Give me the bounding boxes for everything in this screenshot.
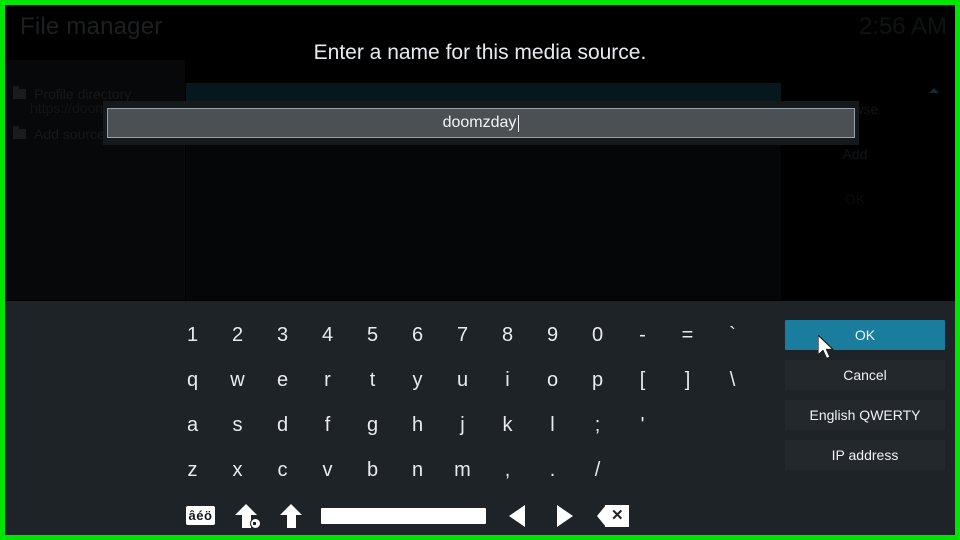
ok-button[interactable]: OK [785, 320, 945, 350]
key-bracket-right[interactable]: ] [665, 361, 710, 401]
key-7[interactable]: 7 [440, 316, 485, 356]
key-comma[interactable]: , [485, 451, 530, 491]
name-input[interactable]: doomzday [107, 108, 855, 138]
file-manager-left-pane: Profile directory Add source [5, 60, 185, 300]
keyboard-row-home: a s d f g h j k l ; ' [170, 403, 760, 448]
key-l[interactable]: l [530, 406, 575, 446]
backspace-icon: ✕ [597, 504, 629, 527]
key-equals[interactable]: = [665, 316, 710, 356]
add-button[interactable]: Add [810, 146, 900, 162]
keyboard-layout-button[interactable]: English QWERTY [785, 400, 945, 430]
key-x[interactable]: x [215, 451, 260, 491]
key-8[interactable]: 8 [485, 316, 530, 356]
key-0[interactable]: 0 [575, 316, 620, 356]
key-q[interactable]: q [170, 361, 215, 401]
folder-icon [13, 86, 26, 99]
cursor-right-key[interactable] [541, 496, 589, 536]
ip-address-button[interactable]: IP address [785, 440, 945, 470]
shift-arrow-icon [279, 503, 302, 528]
key-period[interactable]: . [530, 451, 575, 491]
ok-button-background[interactable]: OK [810, 191, 900, 207]
key-p[interactable]: p [575, 361, 620, 401]
arrow-right-icon [557, 504, 573, 527]
keyboard-key-grid: 1 2 3 4 5 6 7 8 9 0 - = ` q w e r t y u … [170, 313, 760, 536]
key-v[interactable]: v [305, 451, 350, 491]
key-slash[interactable]: / [575, 451, 620, 491]
key-d[interactable]: d [260, 406, 305, 446]
key-semicolon[interactable]: ; [575, 406, 620, 446]
keyboard-function-row: âéö ✕ [170, 493, 760, 536]
key-minus[interactable]: - [620, 316, 665, 356]
key-backslash[interactable]: \ [710, 361, 755, 401]
key-9[interactable]: 9 [530, 316, 575, 356]
caps-lock-key[interactable] [223, 496, 268, 536]
key-m[interactable]: m [440, 451, 485, 491]
sidebar-item-label: Add source [34, 126, 105, 142]
key-k[interactable]: k [485, 406, 530, 446]
key-1[interactable]: 1 [170, 316, 215, 356]
dialog-heading: Enter a name for this media source. [313, 41, 647, 64]
cursor-left-key[interactable] [493, 496, 541, 536]
accents-key-label: âéö [185, 506, 216, 525]
backspace-key[interactable]: ✕ [589, 496, 637, 536]
key-i[interactable]: i [485, 361, 530, 401]
key-z[interactable]: z [170, 451, 215, 491]
text-input-container: doomzday [103, 101, 859, 145]
key-t[interactable]: t [350, 361, 395, 401]
key-e[interactable]: e [260, 361, 305, 401]
key-2[interactable]: 2 [215, 316, 260, 356]
key-j[interactable]: j [440, 406, 485, 446]
key-6[interactable]: 6 [395, 316, 440, 356]
keyboard-row-bottom-letters: z x c v b n m , . / [170, 448, 760, 493]
shift-key[interactable] [268, 496, 313, 536]
window-title: File manager [20, 13, 163, 40]
key-u[interactable]: u [440, 361, 485, 401]
keyboard-row-numbers: 1 2 3 4 5 6 7 8 9 0 - = ` [170, 313, 760, 358]
key-4[interactable]: 4 [305, 316, 350, 356]
keyboard-action-buttons: OK Cancel English QWERTY IP address [785, 320, 945, 480]
caps-lock-icon [234, 503, 261, 529]
clock: 2:56 AM [858, 13, 947, 40]
folder-icon [13, 126, 26, 139]
onscreen-keyboard: 1 2 3 4 5 6 7 8 9 0 - = ` q w e r t y u … [5, 301, 955, 535]
key-y[interactable]: y [395, 361, 440, 401]
spacebar-icon [320, 507, 486, 524]
key-3[interactable]: 3 [260, 316, 305, 356]
key-w[interactable]: w [215, 361, 260, 401]
key-a[interactable]: a [170, 406, 215, 446]
key-c[interactable]: c [260, 451, 305, 491]
text-caret [518, 114, 520, 132]
key-o[interactable]: o [530, 361, 575, 401]
key-h[interactable]: h [395, 406, 440, 446]
key-n[interactable]: n [395, 451, 440, 491]
key-backtick[interactable]: ` [710, 316, 755, 356]
arrow-left-icon [509, 504, 525, 527]
keyboard-row-qwerty: q w e r t y u i o p [ ] \ [170, 358, 760, 403]
name-input-value: doomzday [442, 114, 517, 131]
key-b[interactable]: b [350, 451, 395, 491]
key-r[interactable]: r [305, 361, 350, 401]
key-s[interactable]: s [215, 406, 260, 446]
key-g[interactable]: g [350, 406, 395, 446]
key-5[interactable]: 5 [350, 316, 395, 356]
cancel-button[interactable]: Cancel [785, 360, 945, 390]
kodi-screen: File manager 2:56 AM Profile directory A… [0, 0, 960, 540]
key-bracket-left[interactable]: [ [620, 361, 665, 401]
chevron-up-icon [929, 88, 939, 93]
key-apostrophe[interactable]: ' [620, 406, 665, 446]
accents-key[interactable]: âéö [178, 496, 223, 536]
key-f[interactable]: f [305, 406, 350, 446]
space-key[interactable] [313, 496, 493, 536]
